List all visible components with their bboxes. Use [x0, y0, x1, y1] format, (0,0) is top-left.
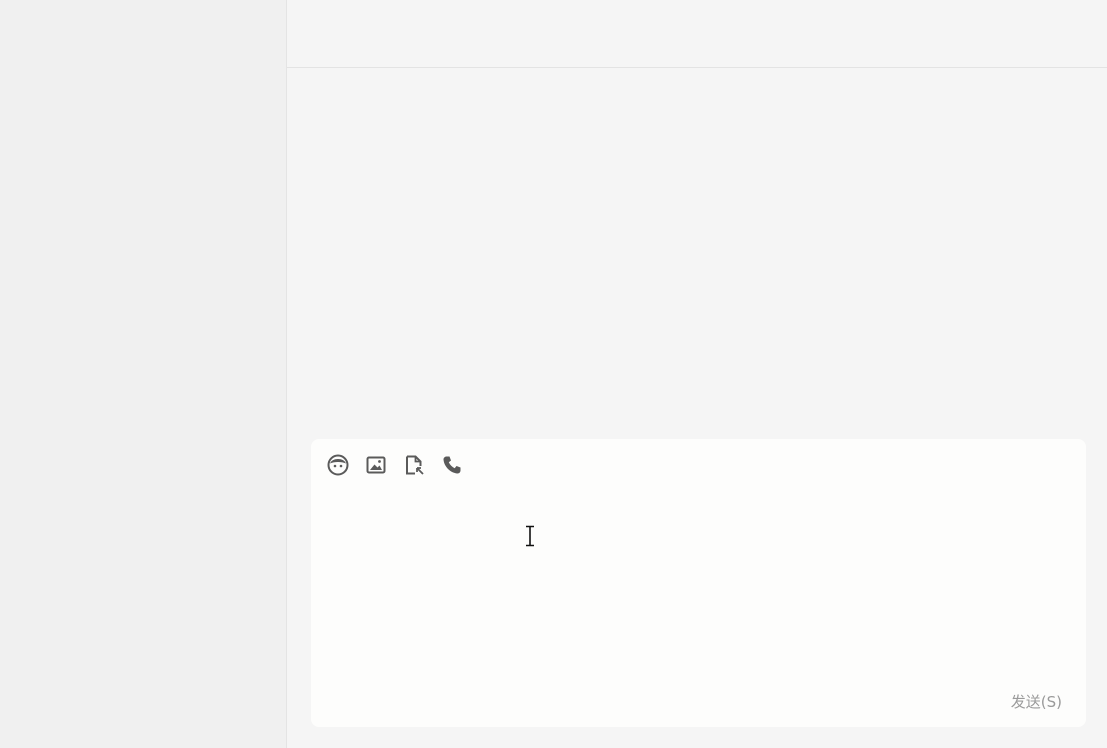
image-icon [365, 454, 387, 476]
chat-app: 发送(S) [0, 0, 1107, 748]
text-cursor-icon [523, 525, 537, 547]
phone-icon [441, 454, 463, 476]
message-input[interactable] [327, 487, 1070, 677]
file-icon [403, 454, 425, 476]
emoji-button[interactable] [326, 453, 350, 477]
conversation-sidebar [0, 0, 287, 748]
image-button[interactable] [364, 453, 388, 477]
chat-header [287, 0, 1107, 68]
file-button[interactable] [402, 453, 426, 477]
emoji-icon [327, 454, 349, 476]
composer-toolbar [326, 453, 478, 477]
chat-panel: 发送(S) [287, 0, 1107, 748]
send-button[interactable]: 发送(S) [1007, 691, 1066, 713]
message-area[interactable] [287, 68, 1107, 438]
message-composer: 发送(S) [311, 439, 1086, 727]
call-button[interactable] [440, 453, 464, 477]
